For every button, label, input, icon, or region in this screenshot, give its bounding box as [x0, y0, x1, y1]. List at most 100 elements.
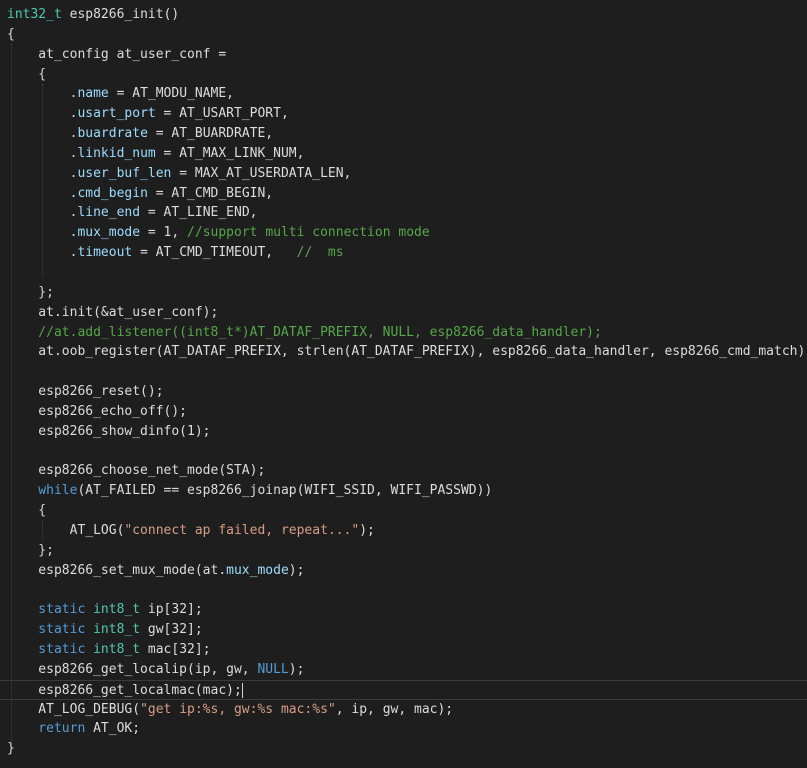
code-line[interactable]: static int8_t ip[32]; — [7, 600, 807, 620]
code-line[interactable]: .user_buf_len = MAX_AT_USERDATA_LEN, — [7, 164, 807, 184]
code-token: AT_OK; — [85, 721, 141, 737]
code-token: esp8266_choose_net_mode(STA); — [7, 463, 266, 479]
code-token: } — [7, 741, 15, 757]
code-token: timeout — [77, 245, 133, 261]
code-token: //at.add_listener((int8_t*)AT_DATAF_PREF… — [7, 324, 602, 340]
code-line[interactable]: .linkid_num = AT_MAX_LINK_NUM, — [7, 144, 807, 164]
code-token: gw[32]; — [140, 622, 203, 638]
code-line[interactable]: return AT_OK; — [7, 719, 807, 739]
code-line[interactable]: { — [7, 25, 807, 45]
code-token: esp8266_show_dinfo(1); — [7, 423, 211, 439]
code-token: ); — [359, 522, 375, 538]
code-token: { — [7, 26, 15, 42]
code-token: . — [7, 165, 78, 181]
code-token: while — [7, 483, 78, 499]
code-line[interactable]: .timeout = AT_CMD_TIMEOUT, // ms — [7, 243, 807, 263]
code-token: at.init(&at_user_conf); — [7, 304, 219, 320]
code-token: { — [7, 503, 47, 519]
code-line[interactable] — [7, 362, 807, 382]
code-token: line_end — [77, 205, 141, 221]
code-line[interactable]: { — [7, 501, 807, 521]
code-token: { — [7, 66, 47, 82]
code-token: , ip, gw, mac); — [335, 701, 454, 717]
code-line[interactable]: at.oob_register(AT_DATAF_PREFIX, strlen(… — [7, 342, 807, 362]
code-token: linkid_num — [77, 145, 156, 161]
code-token: buardrate — [77, 126, 148, 142]
code-line[interactable]: }; — [7, 283, 807, 303]
code-token: // ms — [296, 245, 344, 261]
code-token: int32_t — [7, 7, 62, 22]
code-line[interactable]: while(AT_FAILED == esp8266_joinap(WIFI_S… — [7, 481, 807, 501]
code-area[interactable]: int32_t esp8266_init(){ at_config at_use… — [0, 5, 807, 759]
code-token: . — [7, 205, 78, 221]
code-token: esp8266_init() — [61, 7, 180, 22]
code-token: = 1, — [140, 225, 188, 241]
code-token: . — [7, 185, 78, 201]
code-line[interactable]: .mux_mode = 1, //support multi connectio… — [7, 223, 807, 243]
code-token: = AT_MAX_LINK_NUM, — [155, 145, 305, 161]
code-token: ip[32]; — [140, 602, 203, 618]
code-line[interactable]: .name = AT_MODU_NAME, — [7, 84, 807, 104]
code-token: esp8266_get_localmac(mac); — [7, 682, 242, 698]
code-token: . — [7, 245, 78, 261]
code-token: . — [7, 225, 78, 241]
code-token: = AT_CMD_BEGIN, — [147, 185, 274, 201]
code-token: esp8266_reset(); — [7, 384, 164, 400]
code-line[interactable]: static int8_t mac[32]; — [7, 640, 807, 660]
code-line[interactable]: .buardrate = AT_BUARDRATE, — [7, 124, 807, 144]
code-line[interactable]: .cmd_begin = AT_CMD_BEGIN, — [7, 184, 807, 204]
code-token: static — [7, 622, 86, 638]
code-line[interactable]: AT_LOG_DEBUG("get ip:%s, gw:%s mac:%s", … — [7, 700, 807, 720]
code-line[interactable]: { — [7, 65, 807, 85]
code-token: AT_LOG_DEBUG( — [7, 701, 141, 717]
code-token: . — [7, 145, 78, 161]
code-line[interactable]: esp8266_get_localip(ip, gw, NULL); — [7, 660, 807, 680]
code-line[interactable]: static int8_t gw[32]; — [7, 620, 807, 640]
code-line[interactable]: .usart_port = AT_USART_PORT, — [7, 104, 807, 124]
code-token: user_buf_len — [77, 165, 172, 181]
code-token: ); — [288, 562, 305, 578]
code-token: = AT_LINE_END, — [140, 205, 258, 221]
code-line[interactable]: int32_t esp8266_init() — [7, 5, 807, 25]
code-editor[interactable]: int32_t esp8266_init(){ at_config at_use… — [0, 0, 807, 768]
code-token: at.oob_register(AT_DATAF_PREFIX, strlen(… — [7, 344, 807, 360]
code-token: . — [7, 126, 78, 142]
code-token: esp8266_get_localip(ip, gw, — [7, 661, 258, 677]
code-token: int8_t — [93, 602, 141, 618]
code-token: . — [7, 86, 78, 102]
code-line[interactable]: esp8266_reset(); — [7, 382, 807, 402]
code-token: return — [7, 721, 86, 737]
code-line[interactable]: esp8266_show_dinfo(1); — [7, 422, 807, 442]
code-line[interactable]: esp8266_choose_net_mode(STA); — [7, 461, 807, 481]
code-token: esp8266_echo_off(); — [7, 403, 188, 419]
code-line[interactable]: esp8266_echo_off(); — [7, 402, 807, 422]
code-token: "connect ap failed, repeat..." — [124, 522, 360, 538]
code-token: }; — [7, 542, 54, 558]
code-line[interactable] — [7, 580, 807, 600]
text-cursor — [241, 682, 243, 698]
code-line[interactable]: at_config at_user_conf = — [7, 45, 807, 65]
code-line[interactable]: esp8266_set_mux_mode(at.mux_mode); — [7, 561, 807, 581]
code-token: mux_mode — [226, 562, 289, 578]
code-token: mac[32]; — [140, 642, 211, 657]
code-token: esp8266_set_mux_mode(at. — [7, 562, 227, 578]
code-line[interactable]: .line_end = AT_LINE_END, — [7, 203, 807, 223]
code-line[interactable]: //at.add_listener((int8_t*)AT_DATAF_PREF… — [7, 323, 807, 343]
code-token: cmd_begin — [77, 185, 148, 201]
code-token: AT_LOG( — [7, 522, 125, 538]
code-token: (AT_FAILED == esp8266_joinap(WIFI_SSID, … — [77, 483, 493, 499]
code-line[interactable]: }; — [7, 541, 807, 561]
code-line[interactable] — [7, 442, 807, 462]
code-line[interactable]: at.init(&at_user_conf); — [7, 303, 807, 323]
code-token: //support multi connection mode — [187, 225, 430, 241]
code-line[interactable]: } — [7, 739, 807, 759]
code-line[interactable] — [7, 263, 807, 283]
code-line[interactable]: esp8266_get_localmac(mac); — [0, 679, 807, 700]
code-token: name — [77, 86, 109, 102]
code-token: = MAX_AT_USERDATA_LEN, — [171, 165, 352, 181]
code-line[interactable]: AT_LOG("connect ap failed, repeat..."); — [7, 521, 807, 541]
code-token: "get ip:%s, gw:%s mac:%s" — [140, 701, 336, 717]
